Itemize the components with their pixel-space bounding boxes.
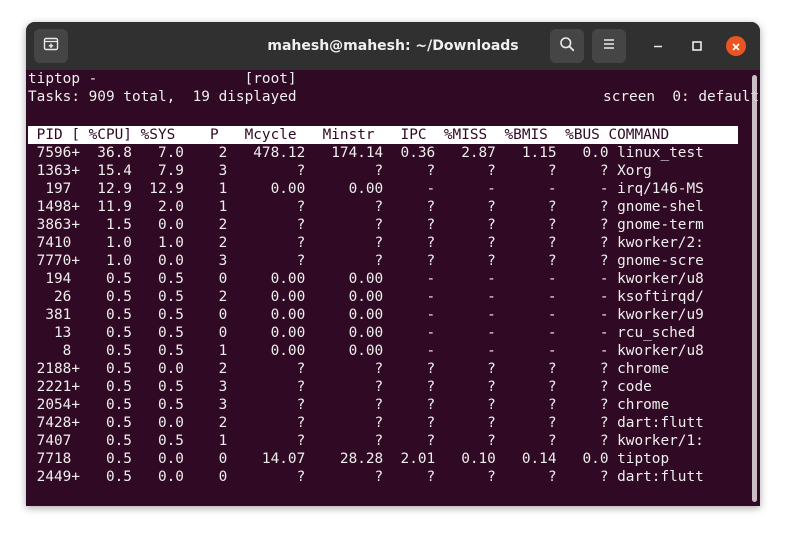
process-row: 8 0.5 0.5 1 0.00 0.00 - - - - kworker/u8: [28, 343, 704, 359]
maximize-icon: [691, 37, 703, 56]
process-row: 3863+ 1.5 0.0 2 ? ? ? ? ? ? gnome-term: [28, 217, 704, 233]
search-button[interactable]: [550, 29, 584, 63]
close-button[interactable]: [726, 36, 746, 56]
process-row: 197 12.9 12.9 1 0.00 0.00 - - - - irq/14…: [28, 181, 704, 197]
process-row: 26 0.5 0.5 2 0.00 0.00 - - - - ksoftirqd…: [28, 289, 704, 305]
mode-label: [root]: [244, 71, 297, 87]
search-icon: [559, 36, 575, 56]
process-row: 7410 1.0 1.0 2 ? ? ? ? ? ? kworker/2:: [28, 235, 704, 251]
column-header: PID [ %CPU] %SYS P Mcycle Minstr IPC %MI…: [28, 126, 738, 144]
screen-indicator: screen 0: default: [603, 89, 759, 105]
terminal-output[interactable]: tiptop - [root] Tasks: 909 total, 19 dis…: [28, 70, 759, 506]
process-row: 7770+ 1.0 0.0 3 ? ? ? ? ? ? gnome-scre: [28, 253, 704, 269]
terminal-window: mahesh@mahesh: ~/Downloads tiptop - [roo…: [26, 22, 760, 506]
minimize-icon: [652, 37, 664, 56]
process-row: 2188+ 0.5 0.0 2 ? ? ? ? ? ? chrome: [28, 361, 670, 377]
program-name: tiptop -: [28, 71, 98, 87]
process-list: 7596+ 36.8 7.0 2 478.12 174.14 0.36 2.87…: [28, 144, 704, 486]
hamburger-menu-icon: [601, 36, 617, 56]
maximize-button[interactable]: [687, 36, 707, 56]
tiptop-header: tiptop - [root]: [28, 70, 297, 88]
process-row: 1363+ 15.4 7.9 3 ? ? ? ? ? ? Xorg: [28, 163, 652, 179]
process-row: 13 0.5 0.5 0 0.00 0.00 - - - - rcu_sched: [28, 325, 696, 341]
scrollbar[interactable]: [752, 75, 757, 502]
close-icon: [731, 37, 741, 56]
process-row: 7407 0.5 0.5 1 ? ? ? ? ? ? kworker/1:: [28, 433, 704, 449]
process-row: 7718 0.5 0.0 0 14.07 28.28 2.01 0.10 0.1…: [28, 451, 670, 467]
process-row: 381 0.5 0.5 0 0.00 0.00 - - - - kworker/…: [28, 307, 704, 323]
process-row: 194 0.5 0.5 0 0.00 0.00 - - - - kworker/…: [28, 271, 704, 287]
process-row: 7428+ 0.5 0.0 2 ? ? ? ? ? ? dart:flutt: [28, 415, 704, 431]
process-row: 7596+ 36.8 7.0 2 478.12 174.14 0.36 2.87…: [28, 145, 704, 161]
title-bar[interactable]: mahesh@mahesh: ~/Downloads: [26, 22, 760, 70]
process-row: 2221+ 0.5 0.5 3 ? ? ? ? ? ? code: [28, 379, 652, 395]
tasks-summary: Tasks: 909 total, 19 displayed: [28, 89, 297, 105]
process-row: 2449+ 0.5 0.0 0 ? ? ? ? ? ? dart:flutt: [28, 469, 704, 485]
menu-button[interactable]: [592, 29, 626, 63]
process-row: 2054+ 0.5 0.5 3 ? ? ? ? ? ? chrome: [28, 397, 670, 413]
minimize-button[interactable]: [648, 36, 668, 56]
process-row: 1498+ 11.9 2.0 1 ? ? ? ? ? ? gnome-shel: [28, 199, 704, 215]
